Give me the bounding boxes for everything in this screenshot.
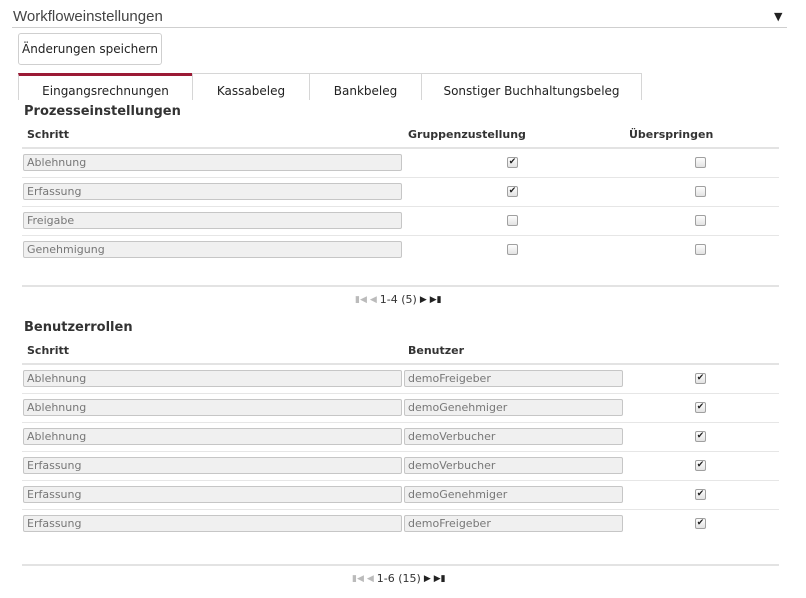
role-user-field[interactable]: demoVerbucher [404, 428, 623, 445]
process-col-ueberspringen: Überspringen [629, 128, 714, 141]
group-delivery-checkbox[interactable] [507, 244, 518, 255]
row-divider [22, 393, 779, 394]
skip-checkbox[interactable] [695, 215, 706, 226]
role-user-field[interactable]: demoFreigeber [404, 370, 623, 387]
roles-pager: ▮◀ ◀ 1-6 (15) ▶ ▶▮ [352, 572, 446, 585]
role-step-field[interactable]: Erfassung [23, 515, 402, 532]
tab-sonstiger-buchhaltungsbeleg[interactable]: Sonstiger Buchhaltungsbeleg [421, 73, 642, 100]
role-step-field[interactable]: Ablehnung [23, 370, 402, 387]
skip-checkbox[interactable] [695, 244, 706, 255]
first-page-icon[interactable]: ▮◀ [355, 295, 367, 305]
next-page-icon[interactable]: ▶ [424, 574, 431, 584]
save-changes-button[interactable]: Änderungen speichern [18, 33, 162, 65]
prev-page-icon[interactable]: ◀ [370, 295, 377, 305]
role-active-checkbox[interactable]: ✔ [695, 489, 706, 500]
role-user-field[interactable]: demoGenehmiger [404, 399, 623, 416]
row-divider [22, 451, 779, 452]
skip-checkbox[interactable] [695, 157, 706, 168]
row-divider [22, 206, 779, 207]
collapse-toggle-icon[interactable]: ▼ [774, 10, 782, 23]
skip-checkbox[interactable] [695, 186, 706, 197]
page-title: Workfloweinstellungen [13, 8, 163, 25]
role-user-field[interactable]: demoGenehmiger [404, 486, 623, 503]
process-section-title: Prozesseinstellungen [24, 104, 181, 119]
next-page-icon[interactable]: ▶ [420, 295, 427, 305]
tab-bankbeleg[interactable]: Bankbeleg [309, 73, 422, 100]
process-col-schritt: Schritt [27, 128, 69, 141]
roles-section-title: Benutzerrollen [24, 320, 133, 335]
roles-header-divider [22, 363, 779, 365]
pager-label: 1-6 (15) [376, 572, 421, 585]
row-divider [22, 177, 779, 178]
role-active-checkbox[interactable]: ✔ [695, 402, 706, 413]
row-divider [22, 509, 779, 510]
process-step-field[interactable]: Erfassung [23, 183, 402, 200]
role-step-field[interactable]: Erfassung [23, 457, 402, 474]
role-active-checkbox[interactable]: ✔ [695, 373, 706, 384]
row-divider [22, 422, 779, 423]
role-step-field[interactable]: Erfassung [23, 486, 402, 503]
role-step-field[interactable]: Ablehnung [23, 428, 402, 445]
first-page-icon[interactable]: ▮◀ [352, 574, 364, 584]
process-step-field[interactable]: Freigabe [23, 212, 402, 229]
role-user-field[interactable]: demoVerbucher [404, 457, 623, 474]
tab-kassabeleg[interactable]: Kassabeleg [192, 73, 310, 100]
process-header-divider [22, 147, 779, 149]
process-col-gruppenzustellung: Gruppenzustellung [408, 128, 526, 141]
role-step-field[interactable]: Ablehnung [23, 399, 402, 416]
process-pager: ▮◀ ◀ 1-4 (5) ▶ ▶▮ [355, 293, 442, 306]
last-page-icon[interactable]: ▶▮ [430, 295, 442, 305]
prev-page-icon[interactable]: ◀ [367, 574, 374, 584]
roles-footer-divider [22, 564, 779, 566]
role-active-checkbox[interactable]: ✔ [695, 431, 706, 442]
row-divider [22, 480, 779, 481]
group-delivery-checkbox[interactable]: ✔ [507, 186, 518, 197]
roles-col-benutzer: Benutzer [408, 344, 465, 357]
process-footer-divider [22, 285, 779, 287]
process-step-field[interactable]: Genehmigung [23, 241, 402, 258]
group-delivery-checkbox[interactable] [507, 215, 518, 226]
pager-label: 1-4 (5) [379, 293, 417, 306]
role-active-checkbox[interactable]: ✔ [695, 518, 706, 529]
process-step-field[interactable]: Ablehnung [23, 154, 402, 171]
title-divider [12, 27, 787, 28]
tab-eingangsrechnungen[interactable]: Eingangsrechnungen [18, 73, 193, 100]
row-divider [22, 235, 779, 236]
role-active-checkbox[interactable]: ✔ [695, 460, 706, 471]
group-delivery-checkbox[interactable]: ✔ [507, 157, 518, 168]
role-user-field[interactable]: demoFreigeber [404, 515, 623, 532]
roles-col-schritt: Schritt [27, 344, 69, 357]
last-page-icon[interactable]: ▶▮ [434, 574, 446, 584]
